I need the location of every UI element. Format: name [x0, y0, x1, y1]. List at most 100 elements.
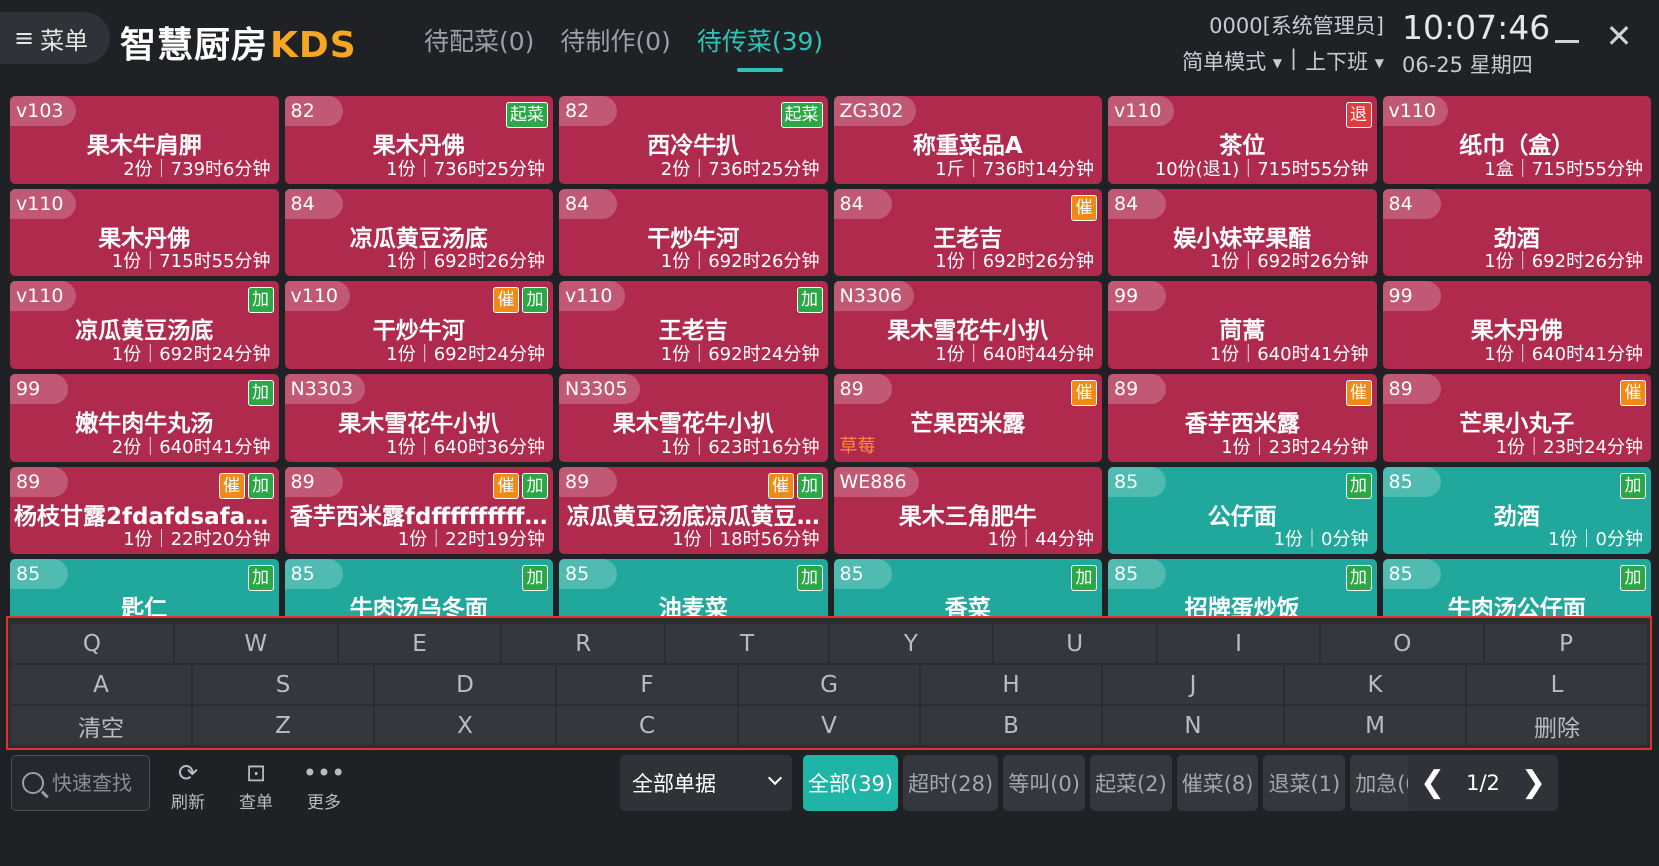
key-g[interactable]: G: [739, 665, 919, 704]
close-icon[interactable]: ✕: [1604, 20, 1634, 52]
key-l[interactable]: L: [1467, 665, 1647, 704]
status-badge: 加: [522, 287, 548, 314]
order-type-select[interactable]: 全部单据: [620, 755, 792, 811]
key-a[interactable]: A: [11, 665, 191, 704]
order-card[interactable]: 89 催香芋西米露 1份｜23时24分钟: [1108, 373, 1377, 462]
key-z[interactable]: Z: [193, 706, 373, 745]
minimize-icon[interactable]: [1552, 22, 1582, 52]
order-card[interactable]: v110 加王老吉 1份｜692时24分钟: [559, 281, 828, 369]
dish-meta: 1份｜22时20分钟: [123, 529, 271, 551]
header-bar: ≡ 菜单 智慧厨房KDS 待配菜(0) 待制作(0) 待传菜(39) 0000[…: [0, 0, 1659, 86]
key-i[interactable]: I: [1157, 624, 1320, 663]
check-order-label: 查单: [239, 793, 273, 813]
order-card[interactable]: 84 干炒牛河 1份｜692时26分钟: [559, 188, 828, 277]
filter-chip[interactable]: 等叫(0): [1003, 755, 1085, 811]
order-card[interactable]: 84 娱小妹苹果醋 1份｜692时26分钟: [1108, 188, 1377, 277]
filter-chip[interactable]: 退菜(1): [1263, 755, 1346, 811]
key-v[interactable]: V: [739, 706, 919, 745]
order-card[interactable]: 89 催加杨枝甘露2fdafdsafas… 1份｜22时20分钟: [10, 466, 279, 555]
search-input[interactable]: [52, 771, 142, 795]
chevron-down-icon: [767, 770, 783, 786]
app-logo: 智慧厨房KDS: [120, 16, 357, 68]
key-e[interactable]: E: [338, 624, 501, 663]
order-card[interactable]: ZG302 称重菜品A 1斤｜736时14分钟: [833, 96, 1102, 184]
order-card[interactable]: 85 加公仔面 1份｜0分钟: [1108, 466, 1377, 555]
filter-chip[interactable]: 催菜(8): [1176, 755, 1259, 811]
shift-dropdown[interactable]: 上下班 ▼: [1305, 46, 1384, 76]
order-card[interactable]: WE886 果木三角肥牛 1份｜44分钟: [833, 466, 1102, 555]
delete-key[interactable]: 删除: [1467, 706, 1647, 745]
table-number: 85: [559, 559, 617, 590]
order-card[interactable]: N3306 果木雪花牛小扒 1份｜640时44分钟: [833, 281, 1102, 369]
tab-to-cook[interactable]: 待制作(0): [560, 22, 670, 58]
order-card[interactable]: 84 催王老吉 1份｜692时26分钟: [833, 188, 1102, 277]
order-card[interactable]: 89 催加凉瓜黄豆汤底凉瓜黄豆… 1份｜18时56分钟: [559, 466, 828, 555]
mode-dropdown[interactable]: 简单模式 ▼: [1182, 46, 1282, 76]
order-card[interactable]: N3305 果木雪花牛小扒 1份｜623时16分钟: [559, 373, 828, 462]
status-badge: 催: [1345, 379, 1372, 406]
key-s[interactable]: S: [193, 665, 373, 704]
key-y[interactable]: Y: [829, 624, 992, 663]
key-d[interactable]: D: [375, 665, 555, 704]
order-card[interactable]: 89 催芒果西米露 草莓: [833, 373, 1102, 462]
badge-group: 加: [522, 565, 548, 592]
key-f[interactable]: F: [557, 665, 737, 704]
key-n[interactable]: N: [1103, 706, 1283, 745]
prev-page-icon[interactable]: ❮: [1420, 768, 1445, 798]
order-card[interactable]: 99 果木丹佛 1份｜640时41分钟: [1382, 281, 1651, 369]
order-card[interactable]: 99 茼蒿 1份｜640时41分钟: [1108, 281, 1377, 369]
tab-to-prepare[interactable]: 待配菜(0): [424, 22, 534, 58]
table-number: 84: [833, 188, 892, 219]
order-card[interactable]: 84 劲酒 1份｜692时26分钟: [1382, 188, 1651, 277]
table-number: 82: [284, 96, 343, 126]
dish-meta: 2份｜736时25分钟: [660, 158, 820, 180]
order-card[interactable]: v103 果木牛肩胛 2份｜739时6分钟: [10, 96, 279, 184]
check-order-button[interactable]: ⊡ 查单: [228, 758, 284, 813]
key-k[interactable]: K: [1285, 665, 1465, 704]
key-o[interactable]: O: [1321, 624, 1484, 663]
filter-chip[interactable]: 全部(39): [803, 755, 899, 811]
table-number: 89: [833, 373, 892, 404]
dish-meta: 1份｜640时41分钟: [1209, 343, 1369, 365]
quick-search[interactable]: [11, 755, 150, 811]
filter-chip[interactable]: 起菜(2): [1089, 755, 1172, 811]
order-card[interactable]: v110 加凉瓜黄豆汤底 1份｜692时24分钟: [10, 281, 279, 369]
key-m[interactable]: M: [1285, 706, 1465, 745]
order-card[interactable]: v110 果木丹佛 1份｜715时55分钟: [10, 188, 279, 277]
status-badge: 加: [1620, 565, 1646, 592]
order-card[interactable]: N3303 果木雪花牛小扒 1份｜640时36分钟: [284, 373, 553, 462]
key-j[interactable]: J: [1103, 665, 1283, 704]
key-r[interactable]: R: [502, 624, 665, 663]
key-b[interactable]: B: [921, 706, 1101, 745]
order-card[interactable]: v110 催加干炒牛河 1份｜692时24分钟: [284, 281, 553, 369]
key-w[interactable]: W: [174, 624, 337, 663]
refresh-button[interactable]: ⟳ 刷新: [160, 758, 216, 813]
clear-key[interactable]: 清空: [11, 706, 191, 745]
table-number: 89: [559, 466, 617, 497]
order-card[interactable]: 82 起菜 果木丹佛 1份｜736时25分钟: [284, 96, 553, 184]
order-card[interactable]: 84 凉瓜黄豆汤底 1份｜692时26分钟: [284, 188, 553, 277]
more-button[interactable]: ••• 更多: [296, 758, 352, 813]
status-badge: 催: [1071, 194, 1097, 221]
key-q[interactable]: Q: [11, 624, 173, 663]
key-t[interactable]: T: [666, 624, 828, 663]
shift-label: 上下班: [1305, 50, 1369, 74]
key-u[interactable]: U: [993, 624, 1156, 663]
menu-button[interactable]: ≡ 菜单: [0, 12, 110, 64]
filter-chip[interactable]: 超时(28): [903, 755, 999, 811]
key-p[interactable]: P: [1485, 624, 1647, 663]
order-card[interactable]: 85 加劲酒 1份｜0分钟: [1382, 466, 1651, 555]
next-page-icon[interactable]: ❯: [1521, 768, 1546, 798]
order-card[interactable]: v110 纸巾（盒） 1盒｜715时55分钟: [1382, 96, 1651, 184]
key-c[interactable]: C: [557, 706, 737, 745]
status-badge: 加: [1620, 472, 1646, 499]
key-x[interactable]: X: [375, 706, 555, 745]
key-h[interactable]: H: [921, 665, 1101, 704]
order-card[interactable]: 89 催芒果小丸子 1份｜23时24分钟: [1382, 373, 1651, 462]
tab-to-serve[interactable]: 待传菜(39): [697, 22, 823, 72]
badge-group: 加: [1345, 472, 1372, 499]
order-card[interactable]: 82 起菜 西冷牛扒 2份｜736时25分钟: [559, 96, 828, 184]
order-card[interactable]: 89 催加香芋西米露fdffffffffff… 1份｜22时19分钟: [284, 466, 553, 555]
order-card[interactable]: v110 退茶位 10份(退1)｜715时55分钟: [1108, 96, 1377, 184]
order-card[interactable]: 99 加嫩牛肉牛丸汤 2份｜640时41分钟: [10, 373, 279, 462]
